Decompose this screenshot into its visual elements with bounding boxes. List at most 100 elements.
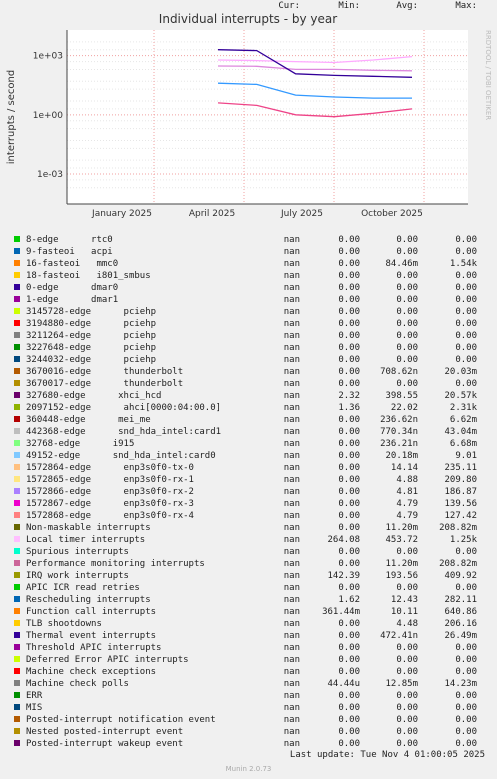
legend-row: Machine check polls nan 44.44u 12.85m 14.23m: [0, 678, 497, 690]
legend-max: 26.49m: [444, 631, 477, 641]
legend-label: Non-maskable interrupts: [26, 523, 151, 533]
legend-label: 1-edge dmar1: [26, 295, 119, 305]
legend-max: 139.56: [444, 499, 477, 509]
legend-label: APIC ICR read retries: [26, 583, 140, 593]
legend-min: 142.39: [327, 571, 360, 581]
legend-min: 0.00: [338, 355, 360, 365]
legend-min: 1.36: [338, 403, 360, 413]
x-tick-label: July 2025: [280, 209, 323, 219]
legend-cur: nan: [283, 391, 300, 401]
legend-cur: nan: [283, 355, 300, 365]
legend-label: Machine check polls: [26, 679, 129, 689]
legend-swatch: [14, 380, 20, 386]
legend-row: Posted-interrupt wakeup event nan 0.00 0.00…: [0, 738, 497, 750]
legend-min: 0.00: [338, 427, 360, 437]
legend-avg: 0.00: [396, 331, 418, 341]
legend-cur: nan: [283, 523, 300, 533]
legend-min: 0.00: [338, 703, 360, 713]
legend-label: 9-fasteoi acpi: [26, 247, 113, 257]
legend-max: 9.01: [455, 451, 477, 461]
legend-label: Thermal event interrupts: [26, 631, 157, 641]
legend-row: 1572864-edge enp3s0f0-tx-0 nan 0.00 14.14 23…: [0, 462, 497, 474]
legend-row: Posted-interrupt notification event nan 0.…: [0, 714, 497, 726]
legend-min: 0.00: [338, 247, 360, 257]
legend-label: IRQ work interrupts: [26, 571, 129, 581]
legend-cur: nan: [283, 283, 300, 293]
legend-label: 1572865-edge enp3s0f0-rx-1: [26, 475, 194, 485]
legend-min: 0.00: [338, 463, 360, 473]
legend-label: 49152-edge snd_hda_intel:card0: [26, 451, 216, 461]
legend-label: 3211264-edge pciehp: [26, 331, 157, 341]
legend-max: 0.00: [455, 739, 477, 749]
legend-avg: 472.41n: [380, 631, 418, 641]
legend-avg: 0.00: [396, 715, 418, 725]
legend-avg: 708.62n: [380, 367, 418, 377]
legend-row: Deferred Error APIC interrupts nan 0.00 0.0…: [0, 654, 497, 666]
legend-swatch: [14, 680, 20, 686]
legend-swatch: [14, 596, 20, 602]
legend-label: Local timer interrupts: [26, 535, 146, 545]
legend-swatch: [14, 632, 20, 638]
legend-label: Rescheduling interrupts: [26, 595, 151, 605]
legend-cur: nan: [283, 643, 300, 653]
legend-row: 1572868-edge enp3s0f0-rx-4 nan 0.00 4.79 127…: [0, 510, 497, 522]
legend-cur: nan: [283, 235, 300, 245]
legend-cur: nan: [283, 583, 300, 593]
legend-swatch: [14, 440, 20, 446]
legend-max: 20.03m: [444, 367, 477, 377]
legend-row: MIS nan 0.00 0.00 0.00: [0, 702, 497, 714]
legend-row: 0-edge dmar0 nan 0.00 0.00 0.00: [0, 282, 497, 294]
legend-row: 3145728-edge pciehp nan 0.00 0.00 0.00: [0, 306, 497, 318]
legend-min: 0.00: [338, 295, 360, 305]
legend-avg: 4.88: [396, 475, 418, 485]
legend-cur: nan: [283, 607, 300, 617]
legend-min: 0.00: [338, 655, 360, 665]
legend-swatch: [14, 368, 20, 374]
legend-row: Non-maskable interrupts nan 0.00 11.20m 208.…: [0, 522, 497, 534]
legend-swatch: [14, 608, 20, 614]
legend-label: 3227648-edge pciehp: [26, 343, 157, 353]
legend-cur: nan: [283, 499, 300, 509]
legend-swatch: [14, 572, 20, 578]
legend-row: Nested posted-interrupt event nan 0.00 0.00…: [0, 726, 497, 738]
legend-cur: nan: [283, 619, 300, 629]
legend-max: 127.42: [444, 511, 477, 521]
legend-label: Spurious interrupts: [26, 547, 129, 557]
legend-cur: nan: [283, 703, 300, 713]
y-axis-label: interrupts / second: [6, 70, 17, 164]
legend-swatch: [14, 536, 20, 542]
legend-label: 442368-edge snd_hda_intel:card1: [26, 427, 222, 437]
x-tick-label: April 2025: [189, 209, 235, 219]
legend-row: 360448-edge mei_me nan 0.00 236.62n 6.62m: [0, 414, 497, 426]
legend-swatch: [14, 392, 20, 398]
legend-row: ERR nan 0.00 0.00 0.00: [0, 690, 497, 702]
legend-avg: 0.00: [396, 355, 418, 365]
legend-label: 3145728-edge pciehp: [26, 307, 157, 317]
legend-avg: 11.20m: [385, 523, 418, 533]
legend-swatch: [14, 284, 20, 290]
legend-max: 0.00: [455, 655, 477, 665]
legend-row: 18-fasteoi i801_smbus nan 0.00 0.00 0.00: [0, 270, 497, 282]
legend-max: 43.04m: [444, 427, 477, 437]
legend-max: 0.00: [455, 643, 477, 653]
legend-label: 327680-edge xhci_hcd: [26, 391, 162, 401]
legend-max: 0.00: [455, 295, 477, 305]
legend-cur: nan: [283, 571, 300, 581]
legend-min: 0.00: [338, 499, 360, 509]
legend-avg: 12.43: [390, 595, 418, 605]
legend-max: 0.00: [455, 547, 477, 557]
legend-cur: nan: [283, 463, 300, 473]
legend-swatch: [14, 332, 20, 338]
legend-min: 0.00: [338, 259, 360, 269]
legend-cur: nan: [283, 595, 300, 605]
legend-cur: nan: [283, 247, 300, 257]
legend-min: 0.00: [338, 739, 360, 749]
legend-max: 2.31k: [449, 403, 477, 413]
legend-max: 1.25k: [449, 535, 477, 545]
legend-swatch: [14, 500, 20, 506]
legend-avg: 236.62n: [380, 415, 418, 425]
legend-header-avg: Avg:: [396, 1, 418, 11]
legend-cur: nan: [283, 295, 300, 305]
legend-row: 16-fasteoi mmc0 nan 0.00 84.46m 1.54k: [0, 258, 497, 270]
legend-min: 0.00: [338, 643, 360, 653]
